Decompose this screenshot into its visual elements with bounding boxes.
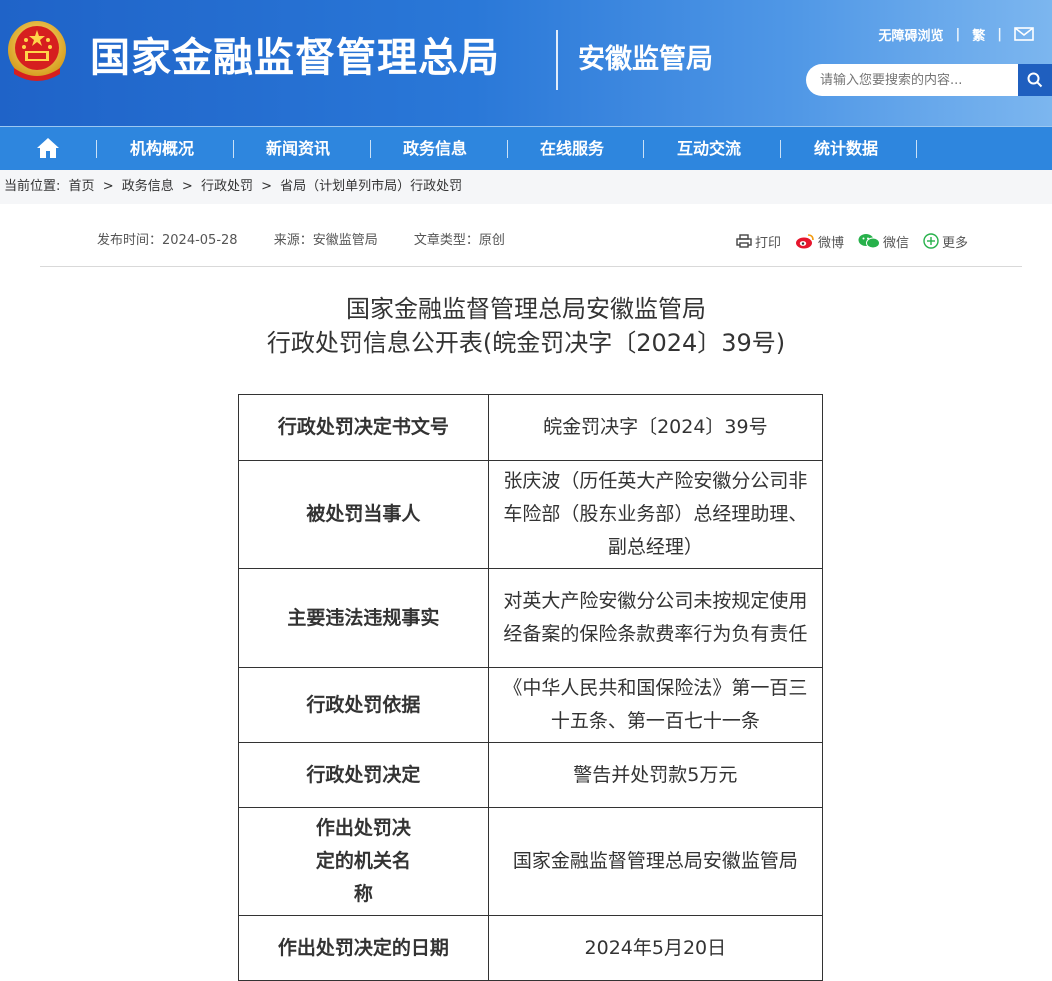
breadcrumb-item-penalty[interactable]: 行政处罚 — [201, 179, 253, 194]
national-emblem-icon[interactable] — [6, 18, 68, 86]
printer-icon — [736, 234, 752, 248]
document-title-line-2: 行政处罚信息公开表(皖金罚决字〔2024〕39号) — [266, 329, 786, 357]
more-share-button[interactable]: 更多 — [923, 232, 968, 251]
breadcrumb-label: 当前位置: — [4, 179, 61, 194]
publish-date: 发布时间：2024-05-28 — [97, 233, 238, 248]
row-key: 作出处罚决定的机关名称 — [238, 807, 489, 916]
row-value: 张庆波（历任英大产险安徽分公司非车险部（股东业务部）总经理助理、副总经理） — [487, 460, 824, 569]
site-header: 国家金融监督管理总局 安徽监管局 无障碍浏览 | 繁 | — [0, 0, 1052, 126]
weibo-share-button[interactable]: 微博 — [795, 232, 844, 251]
search-button[interactable] — [1018, 64, 1052, 96]
nav-separator — [507, 140, 508, 158]
print-button[interactable]: 打印 — [736, 232, 781, 251]
document-title-line-1: 国家金融监督管理总局安徽监管局 — [346, 295, 706, 323]
more-label: 更多 — [941, 235, 968, 251]
table-row: 主要违法违规事实 对英大产险安徽分公司未按规定使用经备案的保险条款费率行为负有责… — [238, 568, 824, 668]
home-icon[interactable] — [36, 137, 60, 159]
nav-separator — [370, 140, 371, 158]
row-value: 国家金融监督管理总局安徽监管局 — [487, 807, 824, 916]
breadcrumb: 当前位置: 首页 > 政务信息 > 行政处罚 > 省局（计划单列市局）行政处罚 — [4, 170, 466, 204]
print-label: 打印 — [754, 235, 781, 251]
title-divider — [556, 30, 558, 90]
divider — [40, 266, 1022, 267]
weibo-label: 微博 — [817, 235, 844, 251]
wechat-share-button[interactable]: 微信 — [858, 232, 909, 251]
nav-item-online-service[interactable]: 在线服务 — [540, 127, 604, 171]
top-links: 无障碍浏览 | 繁 | — [878, 24, 1034, 44]
main-nav: 机构概况 新闻资讯 政务信息 在线服务 互动交流 统计数据 — [0, 126, 1052, 170]
table-row: 行政处罚依据 《中华人民共和国保险法》第一百三十五条、第一百七十一条 — [238, 667, 824, 743]
site-title[interactable]: 国家金融监督管理总局 — [90, 28, 500, 88]
nav-item-statistics[interactable]: 统计数据 — [814, 127, 878, 171]
wechat-label: 微信 — [882, 235, 909, 251]
nav-item-news[interactable]: 新闻资讯 — [266, 127, 330, 171]
accessibility-link[interactable]: 无障碍浏览 — [878, 25, 943, 44]
article-source: 来源：安徽监管局 — [273, 233, 378, 248]
breadcrumb-separator: > — [102, 179, 114, 194]
breadcrumb-separator: > — [181, 179, 193, 194]
row-key: 作出处罚决定的日期 — [238, 915, 489, 981]
table-row: 被处罚当事人 张庆波（历任英大产险安徽分公司非车险部（股东业务部）总经理助理、副… — [238, 460, 824, 569]
document-title: 国家金融监督管理总局安徽监管局 行政处罚信息公开表(皖金罚决字〔2024〕39号… — [0, 292, 1052, 360]
breadcrumb-item-home[interactable]: 首页 — [69, 179, 95, 194]
top-link-separator: | — [955, 26, 961, 42]
weibo-icon — [795, 234, 814, 249]
breadcrumb-item-government-info[interactable]: 政务信息 — [122, 179, 174, 194]
top-link-separator: | — [997, 26, 1002, 42]
nav-separator — [96, 140, 97, 158]
table-row: 作出处罚决定的机关名称 国家金融监督管理总局安徽监管局 — [238, 807, 824, 916]
nav-separator — [916, 140, 917, 158]
nav-separator — [780, 140, 781, 158]
row-key: 行政处罚决定 — [238, 742, 489, 808]
row-key: 行政处罚决定书文号 — [238, 394, 489, 461]
nav-item-about[interactable]: 机构概况 — [130, 127, 194, 171]
plus-circle-icon — [923, 233, 939, 249]
nav-separator — [233, 140, 234, 158]
row-value: 对英大产险安徽分公司未按规定使用经备案的保险条款费率行为负有责任 — [487, 568, 824, 668]
nav-item-government-info[interactable]: 政务信息 — [403, 127, 467, 171]
row-key: 行政处罚依据 — [238, 667, 489, 743]
table-row: 行政处罚决定 警告并处罚款5万元 — [238, 742, 824, 808]
wechat-icon — [858, 234, 880, 249]
share-toolbar: 打印 微博 微信 更多 — [722, 226, 968, 256]
row-value: 2024年5月20日 — [487, 915, 824, 981]
table-row: 行政处罚决定书文号 皖金罚决字〔2024〕39号 — [238, 394, 824, 461]
sub-title[interactable]: 安徽监管局 — [578, 40, 713, 80]
search-icon — [1027, 72, 1043, 88]
mail-icon[interactable] — [1014, 27, 1034, 41]
row-value: 警告并处罚款5万元 — [487, 742, 824, 808]
row-value: 皖金罚决字〔2024〕39号 — [487, 394, 824, 461]
breadcrumb-separator: > — [261, 179, 272, 194]
row-key: 被处罚当事人 — [238, 460, 489, 569]
nav-separator — [643, 140, 644, 158]
breadcrumb-item-provincial-penalty[interactable]: 省局（计划单列市局）行政处罚 — [280, 179, 462, 194]
search-input[interactable] — [806, 64, 1018, 96]
article-meta: 发布时间：2024-05-28 来源：安徽监管局 文章类型：原创 — [97, 226, 537, 256]
penalty-info-table: 行政处罚决定书文号 皖金罚决字〔2024〕39号 被处罚当事人 张庆波（历任英大… — [238, 394, 824, 981]
row-key: 主要违法违规事实 — [238, 568, 489, 668]
article-type: 文章类型：原创 — [413, 233, 505, 248]
row-value: 《中华人民共和国保险法》第一百三十五条、第一百七十一条 — [487, 667, 824, 743]
traditional-chinese-link[interactable]: 繁 — [972, 25, 985, 44]
table-row: 作出处罚决定的日期 2024年5月20日 — [238, 915, 824, 981]
nav-item-interaction[interactable]: 互动交流 — [677, 127, 741, 171]
